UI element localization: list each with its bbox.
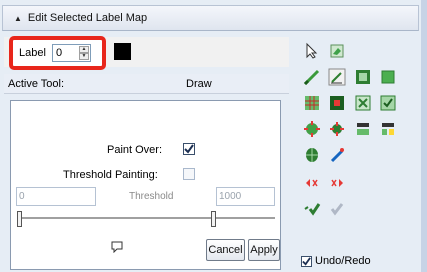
eraser-icon[interactable] <box>327 41 347 61</box>
panel-title: Edit Selected Label Map <box>27 12 148 24</box>
draw-pen-icon[interactable] <box>327 67 347 87</box>
label-color-swatch[interactable] <box>114 43 131 60</box>
active-tool-row: Active Tool: Draw <box>4 74 289 94</box>
paint-over-label: Paint Over: <box>107 144 163 156</box>
threshold-slider-min-handle[interactable] <box>17 211 22 227</box>
threshold-min-field[interactable]: 0 <box>16 187 96 206</box>
editor-frame: ▲ Edit Selected Label Map Label 0 ▲ ▼ Ac… <box>0 0 427 272</box>
confirm-all-icon[interactable] <box>327 199 347 219</box>
undo-redo-label: Undo/Redo <box>315 255 371 267</box>
check-mark-icon <box>184 144 194 154</box>
label-value-input[interactable]: 0 ▲ ▼ <box>52 44 91 62</box>
prev-label-icon[interactable] <box>302 173 322 193</box>
dilate-icon[interactable] <box>302 119 322 139</box>
threshold-row: 0 Threshold 1000 <box>11 187 282 209</box>
wand-tool-icon[interactable] <box>327 145 347 165</box>
label-map-options-panel: Label 0 ▲ ▼ Active Tool: Draw Paint Over… <box>4 34 289 270</box>
erode-icon[interactable] <box>327 119 347 139</box>
threshold-caption: Threshold <box>129 191 174 202</box>
grid-tool-3-icon[interactable] <box>353 93 373 113</box>
paint-over-checkbox[interactable] <box>183 143 195 155</box>
active-tool-caption: Active Tool: <box>8 78 65 90</box>
island-tool-2-icon[interactable] <box>378 119 398 139</box>
threshold-slider-track[interactable] <box>21 217 275 219</box>
label-caption: Label <box>19 47 46 59</box>
cancel-button[interactable]: Cancel <box>206 239 245 261</box>
green-square-icon[interactable] <box>378 67 398 87</box>
threshold-painting-checkbox[interactable] <box>183 168 195 180</box>
grid-tool-2-icon[interactable] <box>327 93 347 113</box>
label-value: 0 <box>56 47 63 59</box>
grid-tool-1-icon[interactable] <box>302 93 322 113</box>
apply-button[interactable]: Apply <box>248 239 280 261</box>
label-spinner[interactable]: ▲ ▼ <box>79 46 89 60</box>
island-tool-1-icon[interactable] <box>353 119 373 139</box>
draw-options-box: Paint Over: Threshold Painting: 0 Thresh… <box>10 100 281 270</box>
window-edge <box>421 0 427 272</box>
image-tool-icon[interactable] <box>353 67 373 87</box>
undo-redo-toggle[interactable]: Undo/Redo <box>301 255 371 267</box>
label-selector-highlight: Label 0 ▲ ▼ <box>9 36 106 70</box>
undo-redo-checkbox[interactable] <box>301 255 312 267</box>
speech-bubble-icon[interactable] <box>111 241 123 256</box>
spinner-up-icon[interactable]: ▲ <box>79 46 89 53</box>
barrel-tool-icon[interactable] <box>302 145 322 165</box>
collapse-caret-icon[interactable]: ▲ <box>14 14 22 23</box>
grid-tool-4-icon[interactable] <box>378 93 398 113</box>
threshold-max-field[interactable]: 1000 <box>216 187 275 206</box>
threshold-slider-max-handle[interactable] <box>211 211 216 227</box>
panel-titlebar[interactable]: ▲ Edit Selected Label Map <box>2 5 419 31</box>
next-label-icon[interactable] <box>327 173 347 193</box>
active-tool-value: Draw <box>186 78 212 90</box>
paint-brush-icon[interactable] <box>302 67 322 87</box>
check-mark-icon <box>302 256 311 266</box>
confirm-check-icon[interactable] <box>302 199 322 219</box>
arrow-select-icon[interactable] <box>302 41 322 61</box>
threshold-painting-label: Threshold Painting: <box>63 169 158 181</box>
spinner-down-icon[interactable]: ▼ <box>79 53 89 60</box>
tool-palette: Undo/Redo <box>290 34 420 270</box>
